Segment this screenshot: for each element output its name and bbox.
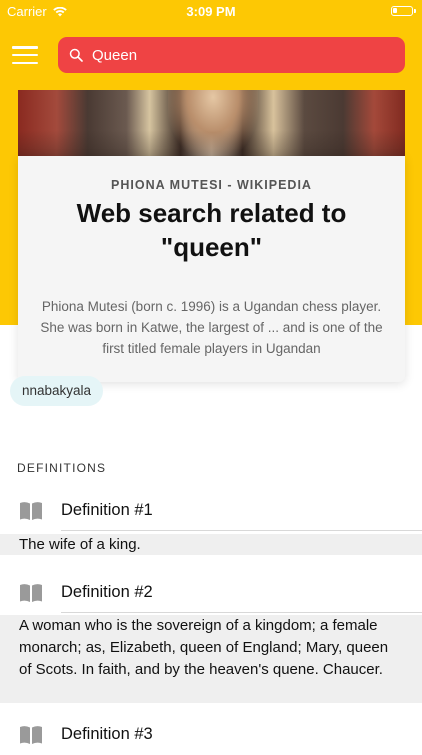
search-bar[interactable]	[58, 37, 405, 73]
book-icon	[20, 584, 42, 602]
definition-title: Definition #2	[61, 583, 153, 601]
status-time: 3:09 PM	[186, 4, 236, 19]
definitions-header: DEFINITIONS	[17, 461, 107, 475]
definition-text: The wife of a king.	[0, 534, 422, 555]
book-icon	[20, 726, 42, 744]
battery-level	[393, 8, 397, 13]
battery-icon	[391, 6, 416, 16]
status-bar: Carrier 3:09 PM	[0, 0, 422, 24]
definition-title: Definition #1	[61, 501, 153, 519]
definition-row[interactable]: Definition #1	[0, 491, 422, 531]
search-icon	[69, 48, 83, 62]
card-title: Web search related to "queen"	[76, 198, 347, 262]
tag-chip[interactable]: nnabakyala	[10, 376, 104, 406]
menu-line	[12, 61, 38, 64]
book-icon	[20, 502, 42, 520]
definition-text: A woman who is the sovereign of a kingdo…	[0, 615, 422, 703]
result-photo	[18, 90, 405, 160]
menu-line	[12, 46, 38, 49]
menu-line	[12, 53, 38, 57]
card-snippet: Phiona Mutesi (born c. 1996) is a Uganda…	[40, 299, 383, 356]
hamburger-menu-icon[interactable]	[12, 44, 38, 66]
divider	[61, 612, 422, 613]
definition-row[interactable]: Definition #2	[0, 573, 422, 613]
definition-row[interactable]: Definition #3	[0, 715, 422, 755]
result-card[interactable]: PHIONA MUTESI - WIKIPEDIA Web search rel…	[18, 156, 405, 382]
search-input[interactable]	[92, 46, 382, 64]
definition-title: Definition #3	[61, 725, 153, 743]
divider	[61, 530, 422, 531]
card-source: PHIONA MUTESI - WIKIPEDIA	[111, 178, 312, 192]
